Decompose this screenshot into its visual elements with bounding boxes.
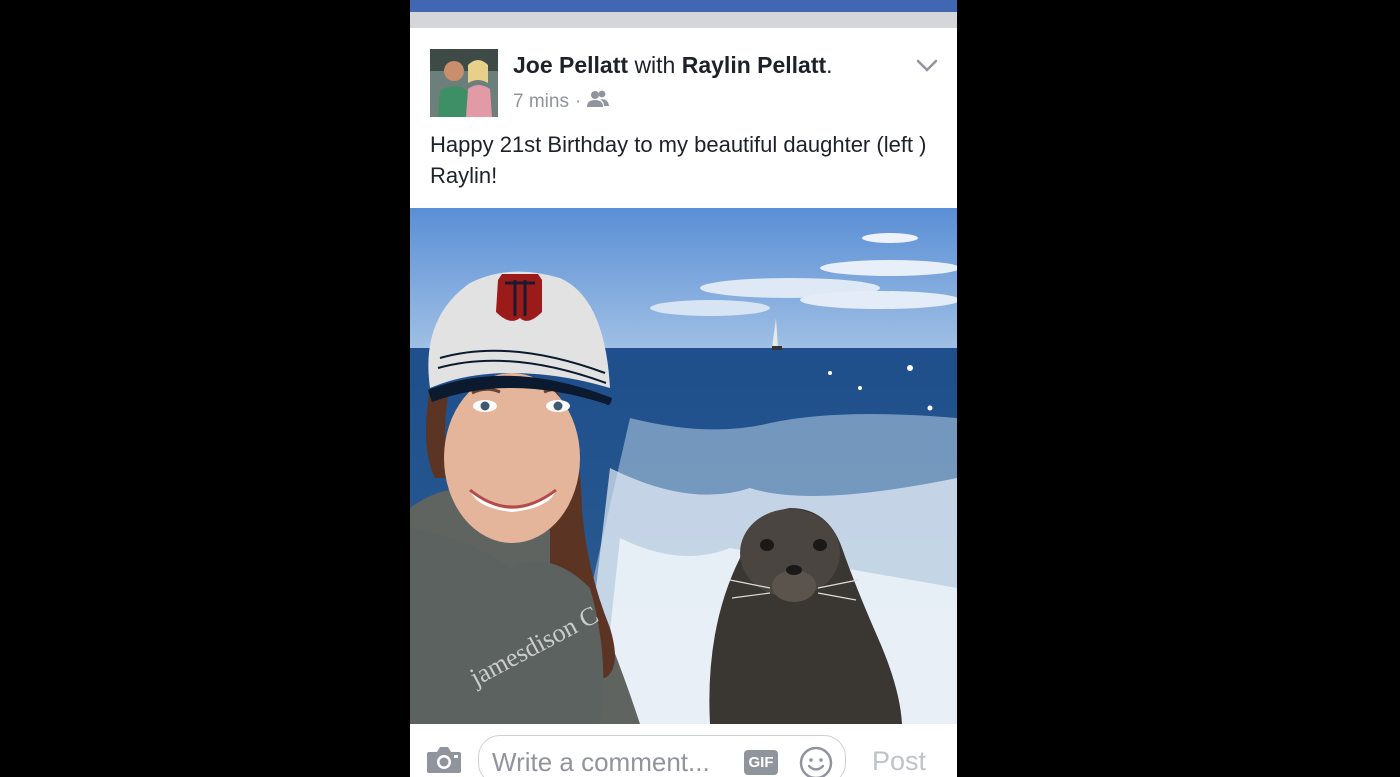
smiley-icon[interactable] xyxy=(799,746,833,777)
facebook-app-screen: Joe Pellatt with Raylin Pellatt. 7 mins … xyxy=(410,0,957,777)
avatar[interactable] xyxy=(430,49,498,117)
post-photo[interactable]: jamesdison C xyxy=(410,208,957,724)
post-text: Happy 21st Birthday to my beautiful daug… xyxy=(430,132,927,188)
author-line: Joe Pellatt with Raylin Pellatt. xyxy=(513,52,833,79)
friends-icon[interactable] xyxy=(587,90,610,114)
with-word: with xyxy=(634,52,676,78)
author-name[interactable]: Joe Pellatt xyxy=(513,52,628,78)
post-meta: 7 mins · xyxy=(513,90,610,114)
comment-input[interactable] xyxy=(492,746,727,777)
camera-icon[interactable] xyxy=(426,744,462,774)
feed-divider xyxy=(410,12,957,28)
chevron-down-icon[interactable] xyxy=(915,58,939,74)
tagged-name[interactable]: Raylin Pellatt xyxy=(682,52,826,78)
comment-box[interactable]: GIF xyxy=(478,735,846,777)
gif-button[interactable]: GIF xyxy=(744,750,778,775)
post-button[interactable]: Post xyxy=(872,746,926,777)
post-header: Joe Pellatt with Raylin Pellatt. 7 mins … xyxy=(410,28,957,208)
nav-bar xyxy=(410,0,957,12)
period: . xyxy=(826,52,833,78)
meta-dot: · xyxy=(574,91,582,112)
timestamp[interactable]: 7 mins xyxy=(513,91,569,113)
comment-composer: GIF Post xyxy=(410,724,957,777)
